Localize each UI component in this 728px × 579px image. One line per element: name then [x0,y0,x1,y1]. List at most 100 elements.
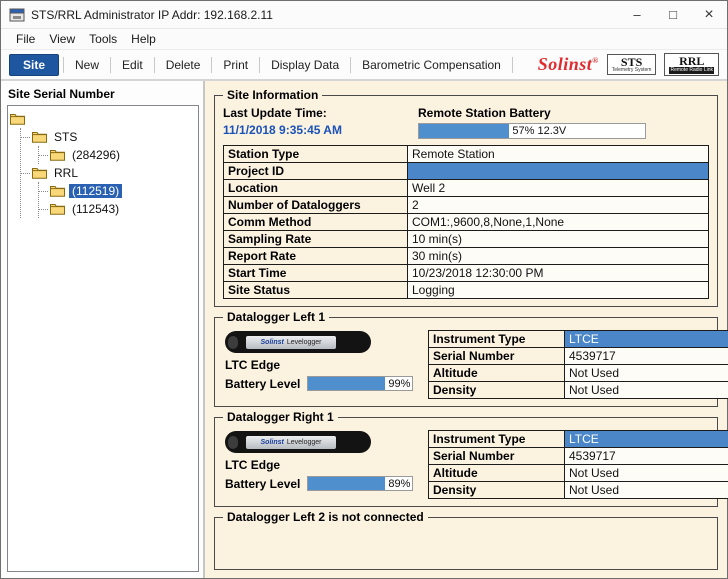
table-row: Report Rate30 min(s) [224,248,709,265]
table-row: Instrument TypeLTCE [429,331,728,348]
site-button[interactable]: Site [9,54,59,76]
row-value-highlighted[interactable] [408,163,709,180]
row-label: Station Type [224,146,408,163]
row-label: Density [429,482,565,499]
menu-view[interactable]: View [42,30,82,48]
device-cap [228,336,238,349]
row-label: Serial Number [429,348,565,365]
group-title: Datalogger Right 1 [223,410,338,424]
group-title: Datalogger Left 2 is not connected [223,510,428,524]
toolbar-separator [350,57,351,73]
table-row: AltitudeNot Used [429,365,728,382]
table-row: Comm MethodCOM1:,9600,8,None,1,None [224,214,709,231]
menu-help[interactable]: Help [124,30,163,48]
levelogger-image: Solinst Levelogger [225,331,371,353]
row-value[interactable]: 10 min(s) [408,231,709,248]
levelogger-image: Solinst Levelogger [225,431,371,453]
device-brand: Solinst [261,439,284,446]
row-value[interactable]: Well 2 [408,180,709,197]
battery-level-label: Battery Level [225,377,300,391]
table-row: Project ID [224,163,709,180]
site-tree: STS (284296) [7,105,199,572]
minimize-icon[interactable]: – [619,1,655,28]
toolbar: Site New Edit Delete Print Display Data … [1,50,727,81]
row-value: 4539717 [565,448,728,465]
row-label: Altitude [429,365,565,382]
tree-item-112519-selected[interactable]: (112519) [39,182,196,200]
solinst-logo: Solinst® [538,54,599,75]
menu-bar: File View Tools Help [1,29,727,50]
barometric-compensation-button[interactable]: Barometric Compensation [355,54,508,76]
menu-tools[interactable]: Tools [82,30,124,48]
close-icon[interactable]: × [691,1,727,28]
device-model-text: Levelogger [287,339,322,346]
datalogger-model: LTC Edge [225,458,428,472]
row-value[interactable]: 30 min(s) [408,248,709,265]
table-row: Site StatusLogging [224,282,709,299]
display-data-button[interactable]: Display Data [264,54,346,76]
window-title: STS/RRL Administrator IP Addr: 192.168.2… [31,8,273,22]
battery-value: 89% [385,478,410,490]
row-value: Not Used [565,465,728,482]
tree-item-label: RRL [51,166,81,180]
app-icon [9,7,25,23]
folder-icon [50,149,65,161]
toolbar-logos: Solinst® STS Telemetry System RRL Remote… [538,53,719,77]
battery-value: 57% 12.3V [509,125,566,137]
last-update-label: Last Update Time: [223,106,418,120]
title-bar: STS/RRL Administrator IP Addr: 192.168.2… [1,1,727,29]
row-value[interactable]: COM1:,9600,8,None,1,None [408,214,709,231]
tree-item-sts[interactable]: STS [21,128,196,146]
row-label: Density [429,382,565,399]
row-value[interactable]: Logging [408,282,709,299]
table-row: Instrument TypeLTCE [429,431,728,448]
last-update-value: 11/1/2018 9:35:45 AM [223,123,418,137]
delete-button[interactable]: Delete [159,54,208,76]
row-value: Not Used [565,382,728,399]
table-row: DensityNot Used [429,482,728,499]
tree-item-label: (112543) [69,202,122,216]
battery-fill-bar [419,124,509,138]
row-value[interactable]: 2 [408,197,709,214]
datalogger-left-table: Instrument TypeLTCE Serial Number4539717… [428,330,728,399]
row-label: Serial Number [429,448,565,465]
table-row: LocationWell 2 [224,180,709,197]
tree-connector [39,209,48,210]
row-label: Comm Method [224,214,408,231]
site-info-table: Station TypeRemote Station Project ID Lo… [223,145,709,299]
table-row: Start Time10/23/2018 12:30:00 PM [224,265,709,282]
row-label: Instrument Type [429,431,565,448]
station-battery-label: Remote Station Battery [418,106,658,120]
row-value: 4539717 [565,348,728,365]
tree-item-label: (284296) [69,148,123,162]
row-value: Not Used [565,482,728,499]
print-button[interactable]: Print [216,54,255,76]
site-information-group: Site Information Last Update Time: 11/1/… [214,95,718,307]
device-brand: Solinst [261,339,284,346]
tree-item-label: (112519) [69,184,122,198]
folder-icon [50,203,65,215]
row-label: Start Time [224,265,408,282]
tree-item-284296[interactable]: (284296) [39,146,196,164]
battery-level-label: Battery Level [225,477,300,491]
battery-fill-bar [308,377,385,390]
folder-icon [10,113,25,125]
tree-root[interactable] [10,110,196,128]
toolbar-separator [211,57,212,73]
menu-file[interactable]: File [9,30,42,48]
tree-item-rrl[interactable]: RRL [21,164,196,182]
sts-logo: STS Telemetry System [607,54,657,76]
maximize-icon[interactable]: □ [655,1,691,28]
new-button[interactable]: New [68,54,106,76]
row-label: Site Status [224,282,408,299]
edit-button[interactable]: Edit [115,54,150,76]
device-cap [228,436,238,449]
row-label: Report Rate [224,248,408,265]
app-window: STS/RRL Administrator IP Addr: 192.168.2… [0,0,728,579]
row-label: Sampling Rate [224,231,408,248]
tree-item-112543[interactable]: (112543) [39,200,196,218]
row-value[interactable]: Remote Station [408,146,709,163]
row-value[interactable]: 10/23/2018 12:30:00 PM [408,265,709,282]
folder-icon [32,131,47,143]
group-title: Site Information [223,88,322,102]
